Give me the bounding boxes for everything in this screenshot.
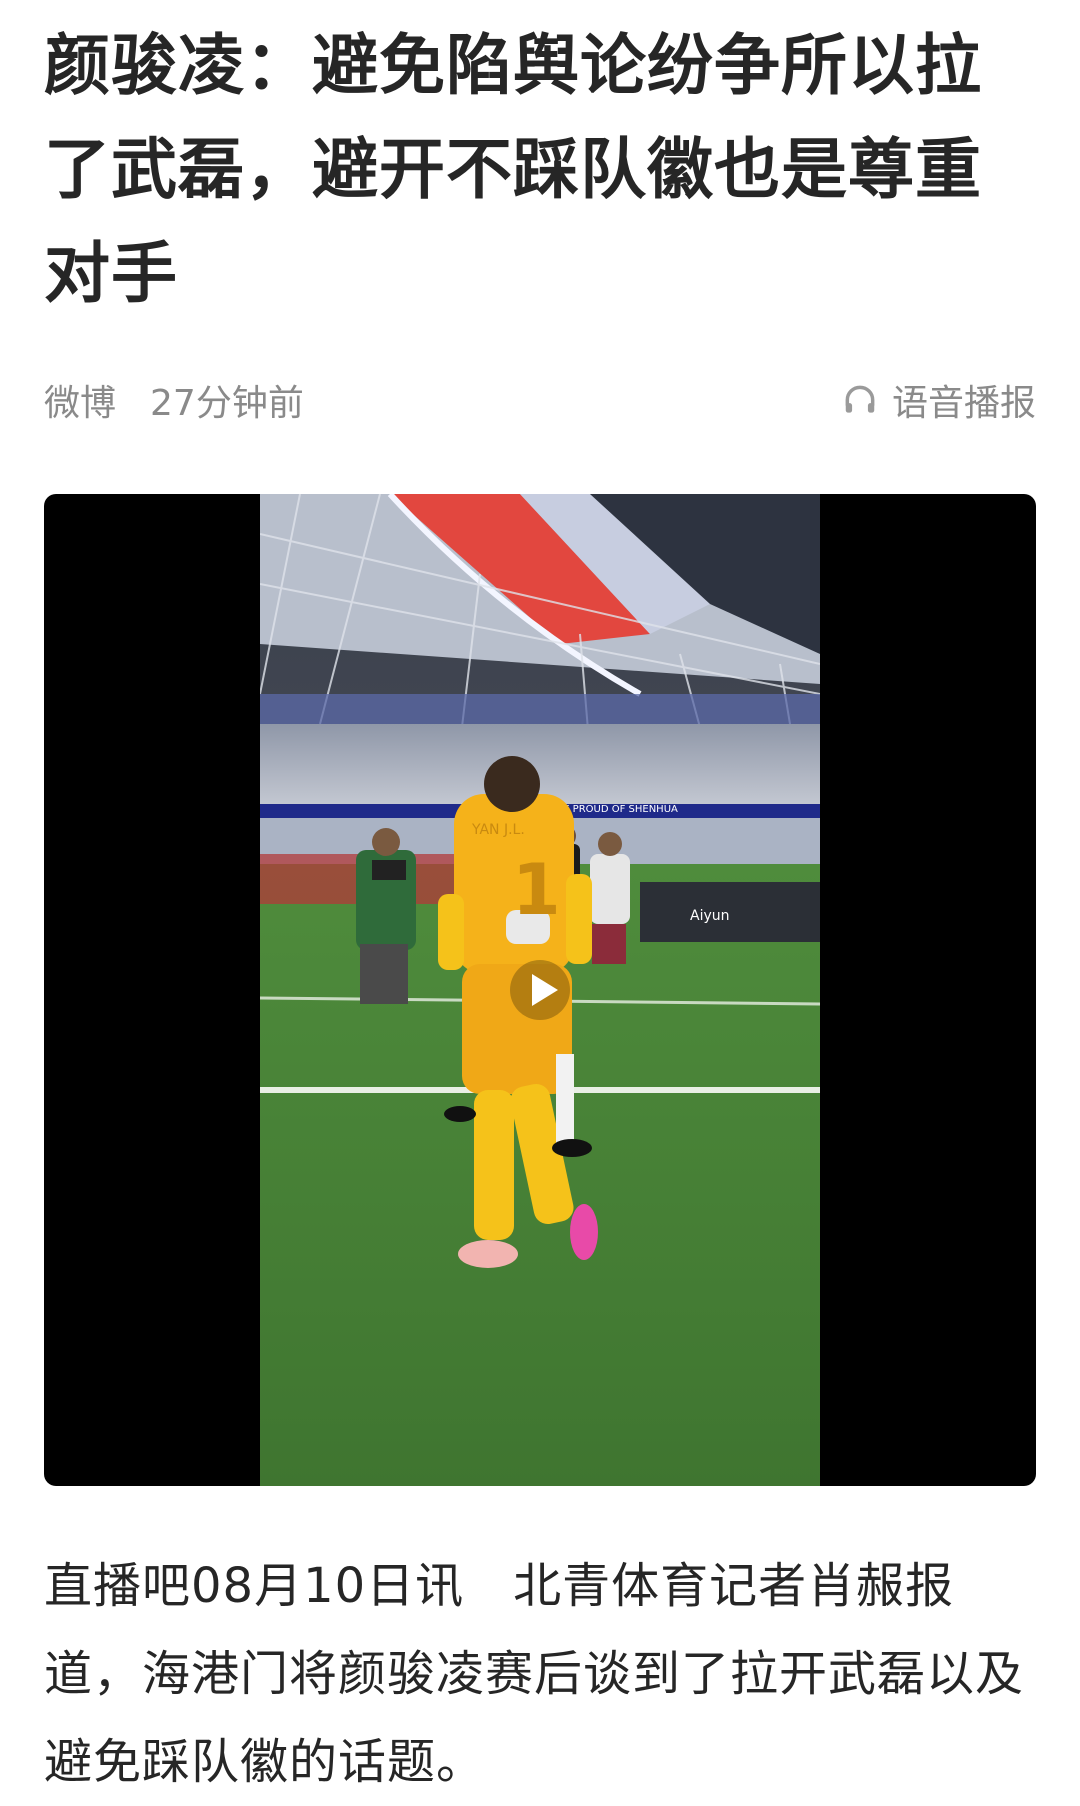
- jersey-name: YAN J.L.: [471, 822, 525, 838]
- article-paragraph: 直播吧08月10日讯 北青体育记者肖赧报道，海港门将颜骏凌赛后谈到了拉开武磊以及…: [44, 1558, 1025, 1790]
- article-title: 颜骏凌：避免陷舆论纷争所以拉了武磊，避开不踩队徽也是尊重对手: [44, 27, 982, 312]
- article-meta: 微博 27分钟前 语音播报: [44, 372, 1036, 428]
- audio-playback-label: 语音播报: [891, 383, 1036, 424]
- play-icon: [510, 960, 570, 1020]
- publish-time: 27分钟前: [150, 383, 304, 424]
- audio-playback-button[interactable]: 语音播报: [838, 374, 1036, 426]
- video-player[interactable]: WE ARE PROUD OF SHENHUA Aiyun YAN J.L. 1: [44, 494, 1036, 1486]
- source-label[interactable]: 微博: [44, 374, 116, 426]
- headphones-icon: [838, 378, 882, 422]
- ad-board-text: Aiyun: [690, 908, 730, 924]
- play-button[interactable]: [510, 960, 570, 1020]
- jersey-number: 1: [512, 849, 561, 931]
